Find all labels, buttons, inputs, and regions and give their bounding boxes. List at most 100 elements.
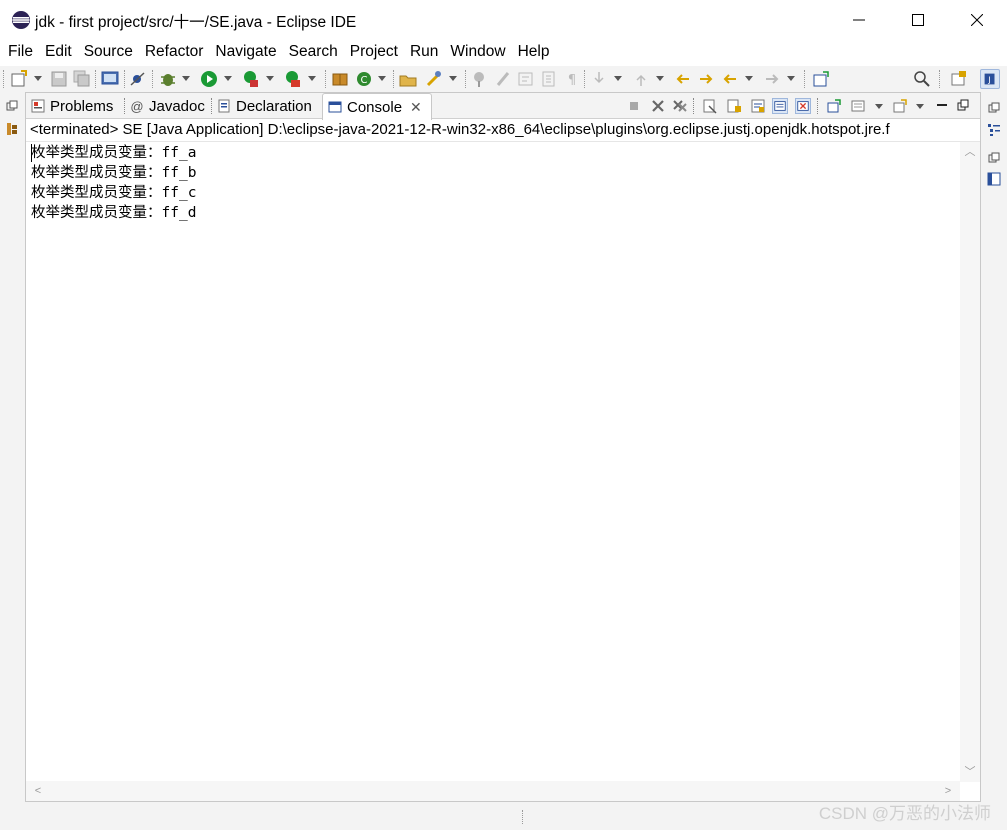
console-view: Problems @ Javadoc Declaration Console ✕ bbox=[25, 92, 981, 802]
new-dropdown-arrow-icon[interactable] bbox=[34, 76, 42, 81]
scroll-up-icon[interactable]: ︿ bbox=[964, 146, 976, 158]
open-console-dropdown-arrow-icon[interactable] bbox=[916, 104, 924, 109]
menu-search[interactable]: Search bbox=[283, 41, 344, 63]
restore-icon[interactable] bbox=[988, 102, 1000, 114]
toolbar-separator bbox=[152, 70, 154, 88]
back-icon[interactable] bbox=[720, 69, 740, 89]
menu-navigate[interactable]: Navigate bbox=[209, 41, 282, 63]
run-dropdown-arrow-icon[interactable] bbox=[224, 76, 232, 81]
search-tool-icon[interactable] bbox=[424, 69, 444, 89]
new-java-package-icon[interactable] bbox=[330, 69, 350, 89]
toolbar-separator bbox=[584, 70, 586, 88]
minimize-button[interactable] bbox=[830, 0, 888, 40]
word-wrap-icon[interactable] bbox=[750, 98, 766, 114]
new-java-class-icon[interactable]: C bbox=[354, 69, 374, 89]
new-icon[interactable] bbox=[9, 69, 29, 89]
maximize-view-icon[interactable] bbox=[955, 98, 971, 114]
scroll-lock-icon[interactable] bbox=[726, 98, 742, 114]
tab-label: Javadoc bbox=[149, 97, 205, 115]
maximize-button[interactable] bbox=[889, 0, 947, 40]
display-console-dropdown-arrow-icon[interactable] bbox=[875, 104, 883, 109]
open-perspective-icon[interactable] bbox=[949, 69, 969, 89]
forward-icon[interactable] bbox=[762, 69, 782, 89]
clear-console-icon[interactable] bbox=[702, 98, 718, 114]
search-icon[interactable] bbox=[912, 69, 932, 89]
outline-icon[interactable] bbox=[987, 123, 1001, 137]
divider bbox=[26, 141, 980, 142]
save-icon[interactable] bbox=[49, 69, 69, 89]
java-perspective-icon[interactable]: J bbox=[980, 69, 1000, 89]
close-tab-icon[interactable]: ✕ bbox=[410, 99, 422, 116]
display-selected-console-icon[interactable] bbox=[850, 98, 866, 114]
back-dropdown-arrow-icon[interactable] bbox=[745, 76, 753, 81]
console-output[interactable]: 枚举类型成员变量：ff_a 枚举类型成员变量：ff_b 枚举类型成员变量：ff_… bbox=[31, 143, 956, 779]
menu-edit[interactable]: Edit bbox=[39, 41, 78, 63]
pin-editor-icon[interactable] bbox=[811, 69, 831, 89]
close-window-button[interactable] bbox=[948, 0, 1006, 40]
debug-dropdown-arrow-icon[interactable] bbox=[182, 76, 190, 81]
forward-dropdown-arrow-icon[interactable] bbox=[787, 76, 795, 81]
console-line: 枚举类型成员变量：ff_a bbox=[31, 145, 197, 161]
menu-run[interactable]: Run bbox=[404, 41, 444, 63]
menu-window[interactable]: Window bbox=[444, 41, 511, 63]
tab-problems[interactable]: Problems bbox=[26, 93, 124, 119]
horizontal-scrollbar[interactable]: < > bbox=[26, 781, 960, 801]
last-edit-location-icon[interactable] bbox=[673, 69, 693, 89]
tab-declaration[interactable]: Declaration bbox=[212, 93, 322, 119]
pin-console-icon[interactable] bbox=[826, 98, 842, 114]
forward-edit-icon[interactable] bbox=[696, 69, 716, 89]
scroll-right-icon[interactable]: > bbox=[942, 785, 954, 797]
toggle-annotation-icon[interactable] bbox=[470, 69, 490, 89]
restore-icon[interactable] bbox=[6, 100, 18, 112]
coverage-dropdown-arrow-icon[interactable] bbox=[266, 76, 274, 81]
remove-launch-icon[interactable] bbox=[650, 98, 666, 114]
menu-file[interactable]: File bbox=[2, 41, 39, 63]
scroll-down-icon[interactable]: ﹀ bbox=[964, 766, 976, 778]
minimize-view-icon[interactable] bbox=[934, 98, 950, 114]
menu-project[interactable]: Project bbox=[344, 41, 404, 63]
restore-icon[interactable] bbox=[988, 152, 1000, 164]
show-whitespace-icon[interactable]: ¶ bbox=[562, 69, 582, 89]
next-annotation-dropdown-arrow-icon[interactable] bbox=[614, 76, 622, 81]
tab-console[interactable]: Console ✕ bbox=[322, 93, 432, 120]
declaration-icon bbox=[216, 98, 232, 114]
remove-all-terminated-icon[interactable] bbox=[672, 98, 688, 114]
previous-annotation-icon[interactable] bbox=[631, 69, 651, 89]
task-list-icon[interactable] bbox=[987, 172, 1001, 186]
save-all-icon[interactable] bbox=[72, 69, 92, 89]
menu-source[interactable]: Source bbox=[78, 41, 139, 63]
status-bar-handle bbox=[522, 810, 524, 824]
title-bar: jdk - first project/src/十一/SE.java - Ecl… bbox=[0, 0, 1007, 40]
show-console-on-stdout-icon[interactable] bbox=[772, 98, 788, 114]
toggle-word-wrap-icon[interactable] bbox=[516, 69, 536, 89]
search-dropdown-arrow-icon[interactable] bbox=[449, 76, 457, 81]
package-explorer-icon[interactable] bbox=[6, 122, 18, 136]
show-console-on-stderr-icon[interactable] bbox=[795, 98, 811, 114]
skip-breakpoints-icon[interactable] bbox=[128, 69, 148, 89]
next-annotation-icon[interactable] bbox=[589, 69, 609, 89]
tab-javadoc[interactable]: @ Javadoc bbox=[125, 93, 211, 119]
toolbar-separator bbox=[939, 70, 941, 88]
external-tools-icon[interactable] bbox=[283, 69, 303, 89]
vertical-scrollbar[interactable]: ︿ ﹀ bbox=[960, 142, 980, 782]
terminate-icon[interactable] bbox=[626, 98, 642, 114]
terminal-icon[interactable] bbox=[100, 69, 120, 89]
previous-annotation-dropdown-arrow-icon[interactable] bbox=[656, 76, 664, 81]
run-icon[interactable] bbox=[199, 69, 219, 89]
external-tools-dropdown-arrow-icon[interactable] bbox=[308, 76, 316, 81]
block-selection-icon[interactable] bbox=[539, 69, 559, 89]
left-trim-stack bbox=[0, 92, 24, 830]
open-type-icon[interactable] bbox=[398, 69, 418, 89]
main-toolbar: C ¶ J bbox=[0, 66, 1007, 92]
new-class-dropdown-arrow-icon[interactable] bbox=[378, 76, 386, 81]
menu-refactor[interactable]: Refactor bbox=[139, 41, 210, 63]
menu-help[interactable]: Help bbox=[512, 41, 556, 63]
scroll-left-icon[interactable]: < bbox=[32, 785, 44, 797]
toggle-mark-occurrences-icon[interactable] bbox=[494, 69, 514, 89]
open-console-icon[interactable] bbox=[892, 98, 908, 114]
coverage-icon[interactable] bbox=[241, 69, 261, 89]
toolbar-separator bbox=[95, 70, 97, 88]
minimize-icon bbox=[853, 19, 865, 21]
eclipse-logo-icon bbox=[12, 11, 30, 29]
debug-icon[interactable] bbox=[158, 69, 178, 89]
